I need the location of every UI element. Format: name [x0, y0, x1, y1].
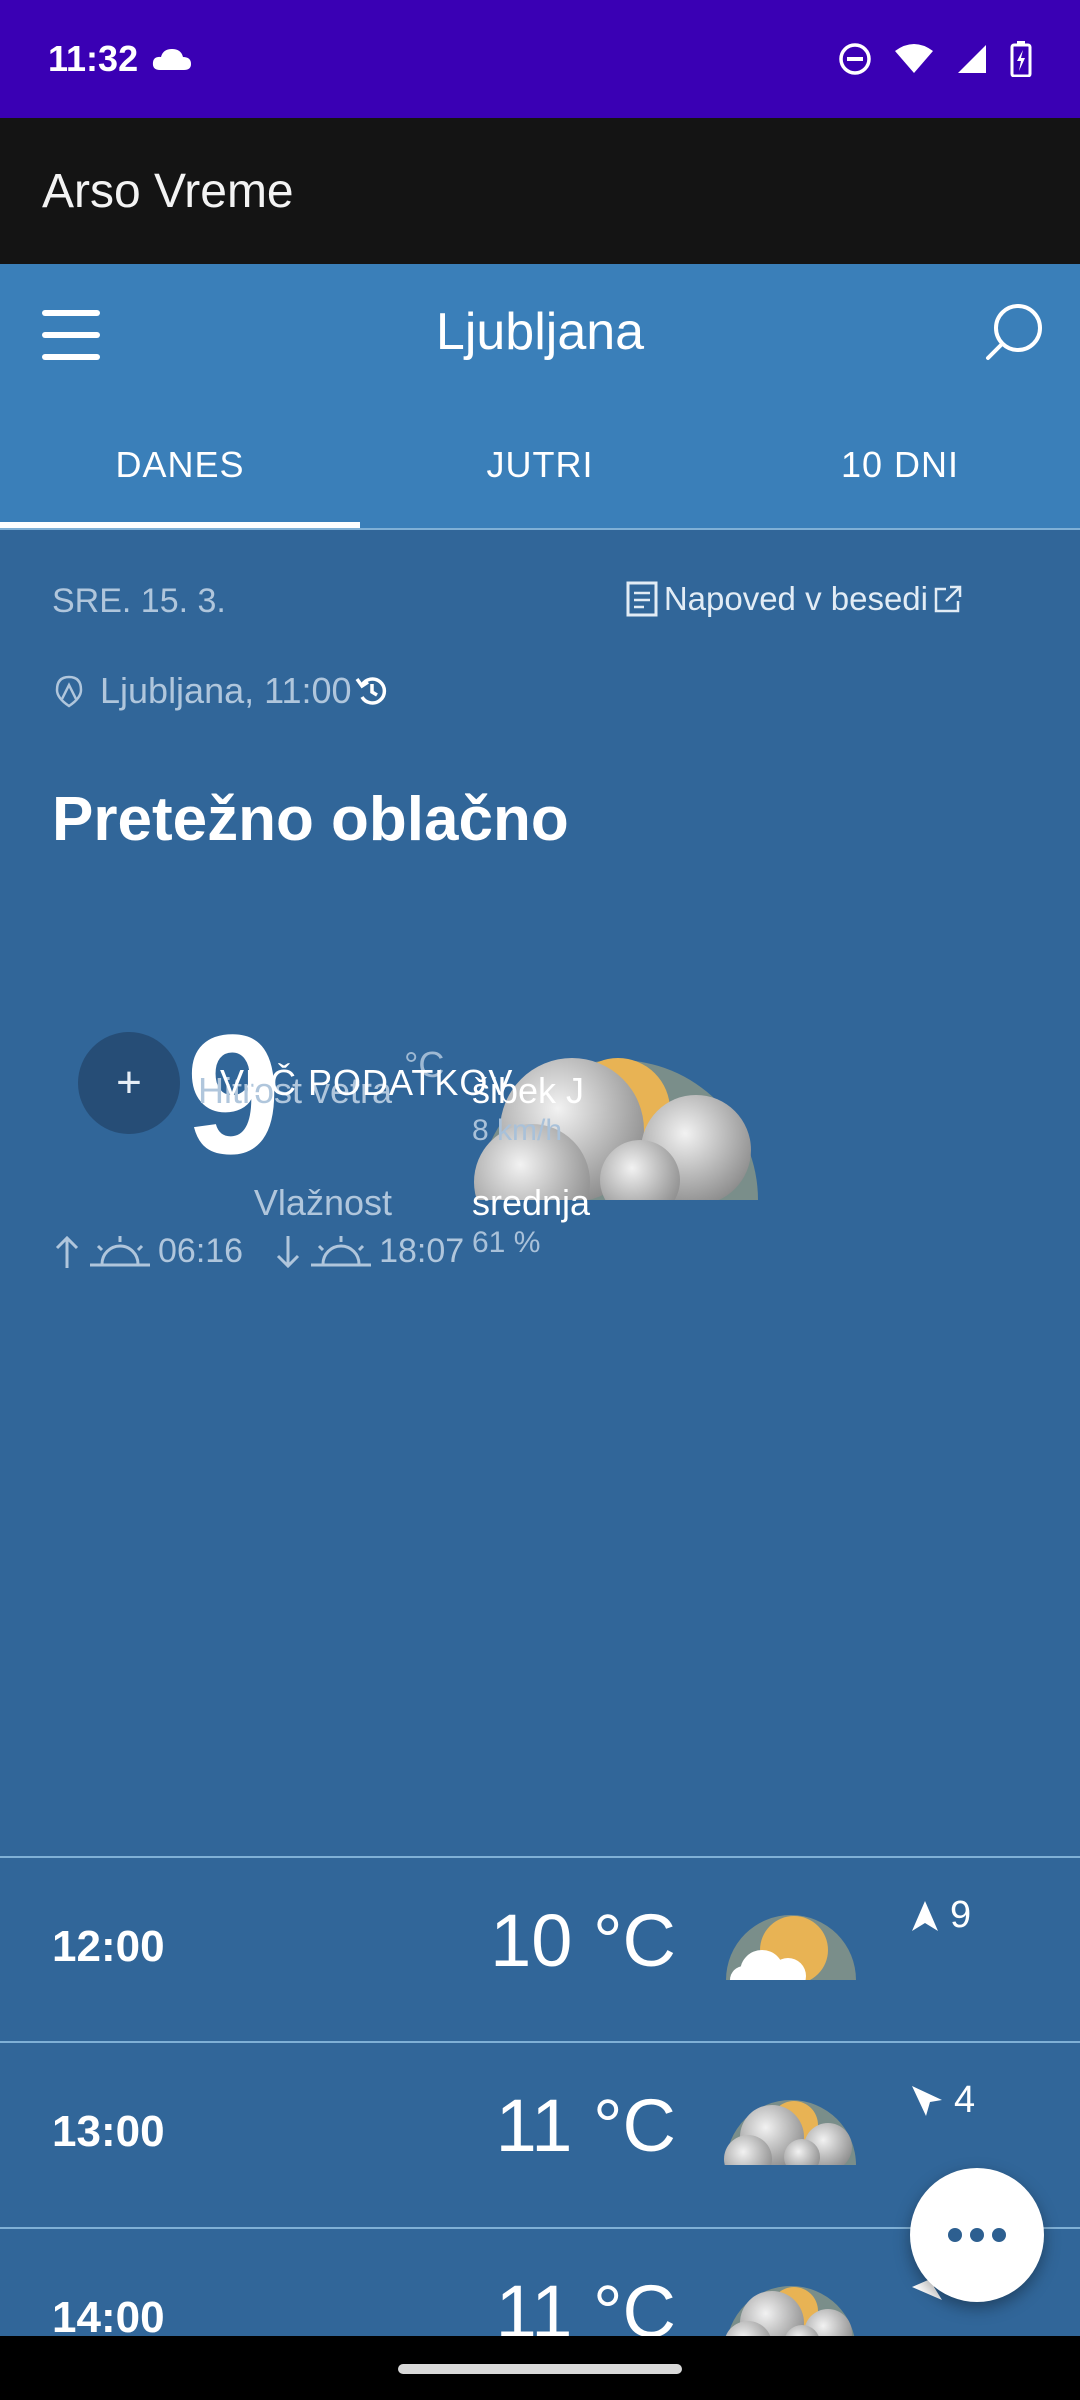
tab-jutri[interactable]: JUTRI — [360, 394, 720, 530]
dot — [948, 2228, 962, 2242]
sunrise-time: 06:16 — [158, 1232, 244, 1270]
location-pin-icon — [55, 675, 83, 708]
do-not-disturb-icon — [839, 43, 871, 75]
sunrise-icon — [90, 1235, 150, 1266]
hourly-row[interactable]: 12:00 10 °C 9 — [0, 1858, 1080, 2042]
hourly-temperature: 11 °C — [495, 2084, 676, 2167]
forecast-date: SRE. 15. 3. — [52, 582, 226, 620]
tab-10-dni[interactable]: 10 DNI — [720, 394, 1080, 530]
status-icons — [838, 41, 1032, 77]
search-icon[interactable] — [980, 300, 1046, 366]
wind-arrow-icon — [912, 2085, 942, 2116]
weather-condition: Pretežno oblačno — [52, 785, 569, 854]
forecast-text-link-label: Napoved v besedi — [663, 580, 928, 617]
arrow-down-icon — [277, 1235, 300, 1268]
partly-cloudy-icon — [718, 1915, 864, 1986]
mostly-cloudy-icon — [718, 2100, 864, 2171]
city-title: Ljubljana — [435, 303, 645, 361]
wind-arrow-icon — [912, 1900, 938, 1931]
humidity-label: Vlažnost — [253, 1182, 392, 1223]
system-navigation-bar — [0, 2336, 1080, 2400]
wifi-icon — [895, 44, 933, 73]
app-bar: Arso Vreme — [0, 118, 1080, 264]
history-icon[interactable] — [354, 673, 390, 709]
more-data-label: VEČ PODATKOV — [220, 1062, 514, 1103]
sunset-time: 18:07 — [379, 1232, 465, 1270]
more-data-button[interactable]: + VEČ PODATKOV — [78, 1032, 513, 1134]
home-gesture-handle[interactable] — [398, 2364, 682, 2374]
humidity-value: srednja — [472, 1182, 591, 1223]
sun-times: 06:16 18:07 — [52, 1232, 464, 1271]
hourly-time: 12:00 — [52, 1922, 165, 1971]
sunset-icon — [311, 1235, 372, 1266]
today-panel: SRE. 15. 3. Napoved v besedi Ljubljana, … — [0, 530, 1080, 1858]
tab-bar: DANES JUTRI 10 DNI — [0, 394, 1080, 530]
arrow-up-icon — [55, 1235, 79, 1268]
humidity-sub: 61 % — [472, 1226, 541, 1259]
document-icon — [626, 581, 658, 617]
plus-icon: + — [78, 1032, 180, 1134]
hourly-wind: 4 — [910, 2079, 975, 2122]
hourly-time: 14:00 — [52, 2293, 165, 2336]
mostly-cloudy-icon — [725, 2286, 855, 2336]
more-options-button[interactable] — [910, 2168, 1044, 2302]
battery-icon — [1010, 41, 1032, 77]
hourly-row[interactable]: 13:00 11 °C 4 — [0, 2043, 1080, 2227]
status-bar: 11:32 — [0, 0, 1080, 118]
hourly-temperature: 11 °C — [495, 2270, 676, 2336]
cloud-icon — [152, 49, 192, 70]
hourly-wind: 9 — [910, 1894, 971, 1937]
hourly-temperature: 10 °C — [490, 1899, 676, 1982]
external-link-icon — [934, 585, 962, 613]
observation-location: Ljubljana, 11:00 — [52, 670, 390, 712]
forecast-text-link[interactable]: Napoved v besedi — [626, 580, 964, 618]
tab-danes[interactable]: DANES — [0, 394, 360, 530]
hourly-wind-speed: 9 — [950, 1894, 972, 1936]
dot — [970, 2228, 984, 2242]
app-title: Arso Vreme — [42, 164, 294, 218]
dot — [992, 2228, 1006, 2242]
observation-location-label: Ljubljana, 11:00 — [100, 670, 352, 711]
status-time: 11:32 — [48, 38, 139, 79]
hourly-time: 13:00 — [52, 2107, 165, 2156]
city-header: Ljubljana DANES JUTRI 10 DNI — [0, 264, 1080, 530]
signal-icon — [958, 45, 986, 73]
hourly-wind-speed: 4 — [954, 2079, 976, 2121]
